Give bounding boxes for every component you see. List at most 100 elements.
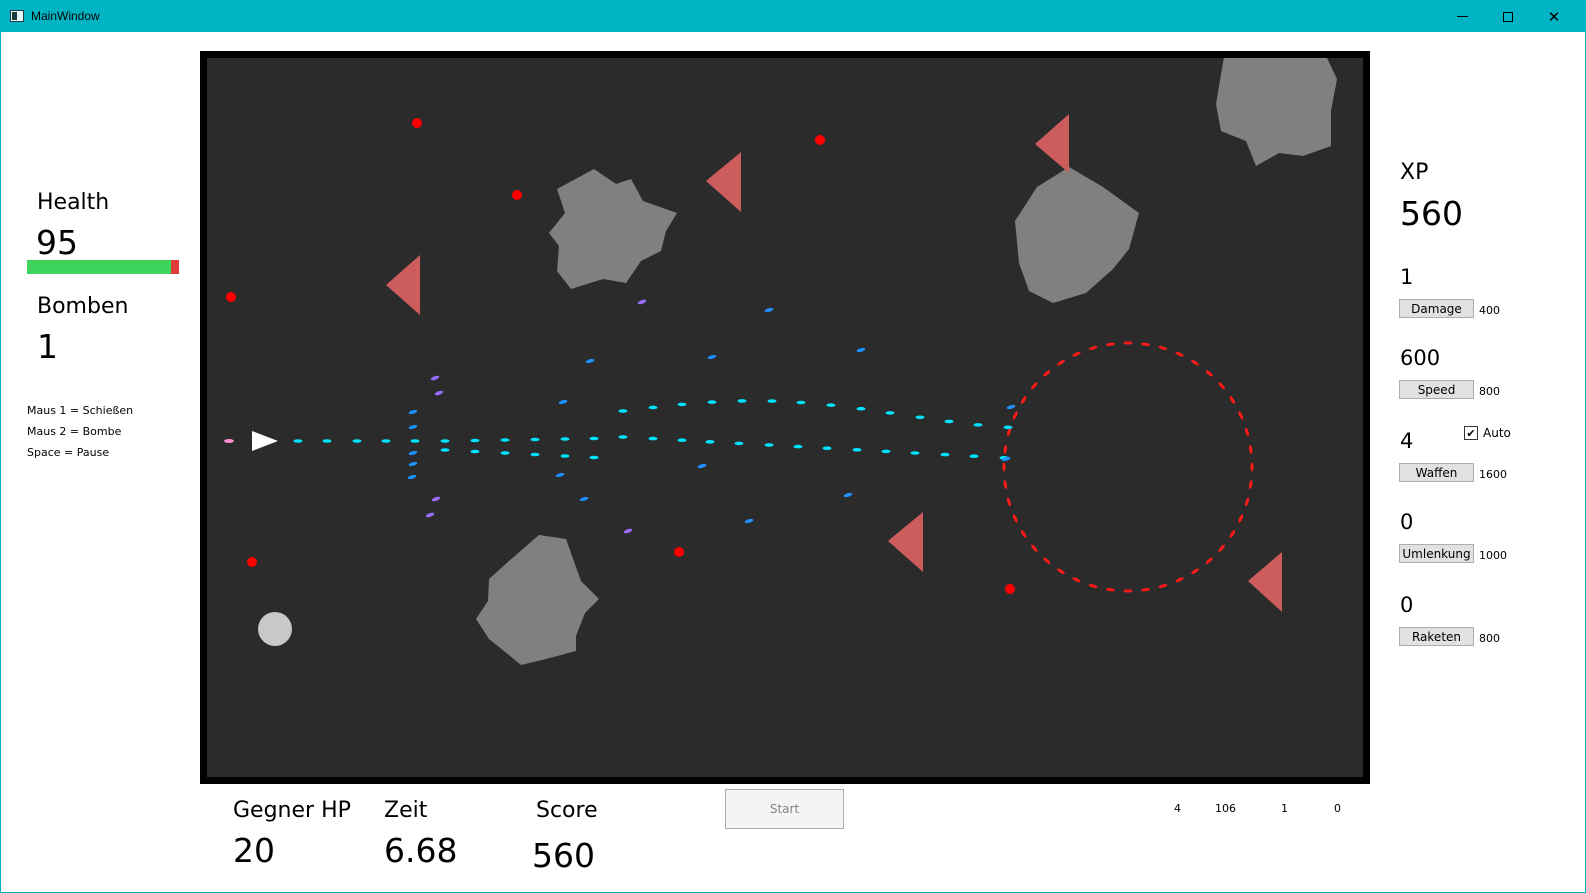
bomb-ring-fragment	[1238, 514, 1244, 523]
bombs-label: Bomben	[37, 294, 129, 319]
player-bullet	[434, 390, 444, 396]
player-bullet	[734, 441, 744, 446]
enemy-triangle	[1035, 114, 1069, 173]
deflection-level: 0	[1400, 510, 1414, 534]
auto-fire-checkbox[interactable]: ✔	[1464, 426, 1478, 440]
bomb-ring-fragment	[1205, 370, 1213, 377]
speed-upgrade-button[interactable]: Speed	[1399, 380, 1474, 399]
player-bullet	[764, 443, 774, 447]
maximize-icon	[1503, 11, 1513, 22]
start-button[interactable]: Start	[725, 789, 844, 829]
player-bullet	[431, 496, 441, 502]
player-bullet	[440, 439, 450, 443]
bomb-ring-fragment	[1123, 341, 1133, 345]
player-bullet	[843, 492, 853, 498]
asteroid	[1015, 167, 1139, 303]
damage-cost: 400	[1479, 304, 1500, 317]
player-bullet	[530, 437, 540, 442]
bomb-ring-fragment	[1007, 497, 1011, 507]
player-bullet	[408, 424, 418, 430]
bomb-ring-fragment	[1141, 587, 1151, 592]
game-canvas[interactable]	[207, 58, 1363, 777]
player-bullet	[677, 402, 687, 407]
player-bullet	[530, 452, 540, 457]
maximize-button[interactable]	[1485, 1, 1531, 32]
debug-value: 4	[1174, 802, 1181, 815]
rockets-level: 0	[1400, 593, 1414, 617]
player-bullet	[408, 409, 418, 415]
debug-value: 1	[1281, 802, 1288, 815]
bomb-ring-fragment	[1191, 359, 1199, 366]
player-bullet	[560, 454, 570, 458]
player-bullet	[352, 439, 362, 443]
auto-fire-label: Auto	[1483, 426, 1511, 440]
damage-upgrade-button[interactable]: Damage	[1399, 299, 1474, 318]
enemy-hp-value: 20	[233, 831, 275, 870]
bomb-ring-fragment	[1057, 568, 1065, 575]
player-bullet	[430, 375, 440, 381]
player-bullet	[677, 438, 687, 443]
player-bullet	[1003, 425, 1013, 430]
close-icon: ✕	[1547, 7, 1561, 26]
player-bullet	[589, 455, 599, 460]
bomb-ring-fragment	[1012, 411, 1018, 420]
player-bullet	[408, 450, 418, 456]
player-bullet	[852, 448, 862, 452]
player-bullet	[322, 439, 332, 443]
player-bullet	[410, 439, 420, 443]
player-bullet	[822, 446, 832, 451]
player-bullet	[697, 463, 707, 469]
bomb-ring-fragment	[1218, 382, 1225, 390]
player-bullet	[408, 461, 418, 467]
player-bullet	[969, 454, 979, 459]
bomb-ring-fragment	[1250, 462, 1254, 472]
bomb-ring-fragment	[1057, 359, 1065, 366]
control-hint-pause: Space = Pause	[27, 446, 110, 459]
player-bullet	[293, 439, 303, 443]
player-bullet	[381, 439, 391, 443]
asteroid	[549, 169, 677, 289]
rockets-upgrade-button[interactable]: Raketen	[1399, 627, 1474, 646]
xp-label: XP	[1400, 160, 1429, 185]
main-window: MainWindow ✕ Health 95 Bomben 1 Maus 1 =…	[0, 0, 1586, 893]
player-bullet	[764, 307, 774, 313]
speed-level: 600	[1400, 346, 1441, 370]
bomb-ring-fragment	[1191, 568, 1199, 575]
player-bullet	[910, 451, 920, 455]
enemy-hp-label: Gegner HP	[233, 798, 351, 823]
player-bullet	[940, 452, 950, 457]
enemy-triangle	[1248, 552, 1282, 612]
score-label: Score	[536, 798, 598, 823]
player-bullet	[555, 472, 565, 478]
health-bar-fill	[27, 260, 172, 274]
bomb-ring-fragment	[1123, 589, 1133, 593]
player-bullet	[796, 400, 806, 405]
weapons-cost: 1600	[1479, 468, 1507, 481]
damage-level: 1	[1400, 265, 1414, 289]
debug-value: 0	[1334, 802, 1341, 815]
player-bullet	[885, 411, 895, 415]
minimize-button[interactable]	[1439, 1, 1485, 32]
control-hint-bomb: Maus 2 = Bombe	[27, 425, 122, 438]
bomb-ring-fragment	[1088, 346, 1098, 350]
player-ship	[252, 431, 278, 451]
weapons-upgrade-button[interactable]: Waffen	[1399, 463, 1474, 482]
time-label: Zeit	[384, 798, 428, 823]
bomb-ring-fragment	[1020, 530, 1027, 538]
score-value: 560	[532, 836, 595, 875]
title-bar[interactable]: MainWindow ✕	[1, 1, 1586, 32]
close-button[interactable]: ✕	[1531, 1, 1577, 32]
player-bullet	[579, 496, 589, 502]
bomb-ring-fragment	[1245, 427, 1249, 437]
deflection-upgrade-button[interactable]: Umlenkung	[1399, 544, 1474, 563]
player-bullet	[618, 435, 628, 439]
bomb-ring-fragment	[1105, 342, 1115, 347]
player-bullet	[470, 449, 480, 454]
player-bullet	[500, 451, 510, 455]
health-value: 95	[36, 223, 78, 262]
player-bullet	[425, 512, 435, 518]
player-bullet	[585, 358, 595, 364]
player-bullet	[500, 438, 510, 442]
xp-value: 560	[1400, 194, 1463, 233]
bomb-ring-fragment	[1072, 577, 1081, 583]
